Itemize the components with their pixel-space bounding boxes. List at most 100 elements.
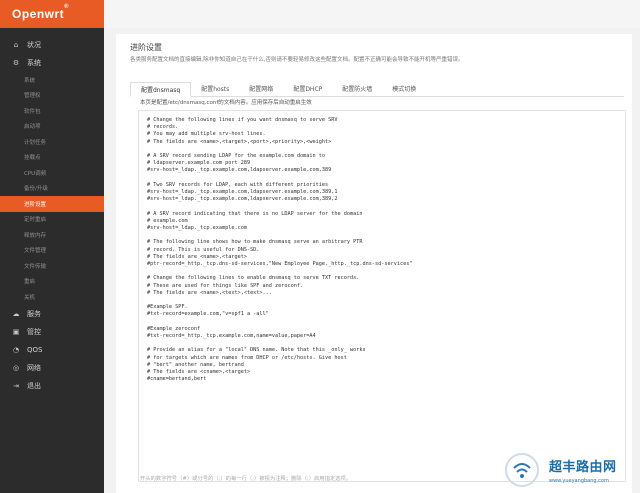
sidebar-subitem-14[interactable]: 文件传输 — [0, 258, 104, 274]
sidebar-subitem-6[interactable]: 计划任务 — [0, 134, 104, 150]
editor-line: # example.com — [147, 217, 188, 224]
sidebar-subitem-11[interactable]: 定时重启 — [0, 212, 104, 228]
sidebar-menu: ⌂ 状况 ⚙ 系统 系统 管理权 软件包 启动项 计划任务 挂载点 CPU调频 备份/升级 进阶设置 定时… — [0, 28, 104, 395]
sidebar-item-label: 释放内存 — [24, 232, 47, 239]
brand-name: Openwrt — [12, 7, 65, 21]
sidebar-subitem-2[interactable]: 系统 — [0, 72, 104, 88]
sidebar-item-label: 软件包 — [24, 108, 41, 115]
top-bar — [104, 0, 640, 28]
sidebar-item-label: 系统 — [24, 77, 36, 84]
editor-line: # You may add multiple srv-host lines. — [147, 131, 266, 138]
sidebar-item-20[interactable]: ◎ 网络 — [0, 359, 104, 377]
sidebar-item-18[interactable]: ▣ 管控 — [0, 323, 104, 341]
sidebar-subitem-9[interactable]: 备份/升级 — [0, 181, 104, 197]
sidebar-item-label: 关机 — [24, 294, 36, 301]
sidebar-item-17[interactable]: ☁ 服务 — [0, 305, 104, 323]
cloud-icon: ☁ — [12, 309, 20, 318]
editor-line: # Change the following lines if you want… — [147, 117, 338, 123]
tab-firewall[interactable]: 配置防火墙 — [332, 81, 382, 96]
footer-hint: 开头的数字符号（#）或分号的（;）的每一行（;）被视为注释；删除（;）启用指定选… — [140, 476, 352, 482]
sidebar-item-label: 服务 — [27, 309, 41, 318]
editor-line: # A SRV record indicating that there is … — [147, 210, 363, 217]
editor-line: # records. — [147, 124, 179, 131]
editor-line: #srv-host=_ldap._tcp.example.com,ldapser… — [147, 196, 338, 203]
editor-line: #cname=bertand,bert — [147, 376, 207, 383]
sidebar-subitem-16[interactable]: 关机 — [0, 289, 104, 305]
editor-line: # The fields are <name>,<target> — [147, 253, 247, 260]
sidebar-subitem-3[interactable]: 管理权 — [0, 88, 104, 104]
sidebar-subitem-4[interactable]: 软件包 — [0, 103, 104, 119]
sidebar-item-label: 管控 — [27, 327, 41, 336]
brand-logo[interactable]: Openwrt® — [0, 0, 104, 28]
page-title: 进阶设置 — [130, 43, 162, 52]
editor-line: # The following line shows how to make d… — [147, 239, 363, 246]
sidebar-item-label: QOS — [27, 345, 43, 354]
watermark-url: www.yueyangbang.com — [549, 478, 609, 484]
sidebar-subitem-8[interactable]: CPU调频 — [0, 165, 104, 181]
sidebar-item-label: 文件传输 — [24, 263, 47, 270]
editor-line: #txt-record=_http._tcp.example.com,name=… — [147, 333, 316, 339]
sidebar-item-label: 退出 — [27, 381, 41, 390]
tab-dhcp[interactable]: 配置DHCP — [283, 81, 332, 96]
watermark-text: 超丰路由网 — [549, 460, 617, 475]
editor-line: #srv-host=_ldap._tcp.example.com,ldapser… — [147, 189, 338, 195]
sidebar-subitem-13[interactable]: 文件管理 — [0, 243, 104, 259]
sidebar-subitem-12[interactable]: 释放内存 — [0, 227, 104, 243]
editor-line: # Provide an alias for a "local" DNS nam… — [147, 347, 366, 354]
sidebar-item-label: 计划任务 — [24, 139, 47, 146]
editor-line: # "bert" another name, bertrand — [147, 361, 244, 368]
qos-icon: ◔ — [12, 345, 20, 354]
tab-description: 本页是配置/etc/dnsmasq.conf的文档内容。应用保存后自动重启生效 — [140, 100, 312, 106]
config-editor-textarea[interactable]: # Change the following lines if you want… — [138, 110, 626, 482]
sidebar-item-label: 挂载点 — [24, 155, 41, 162]
editor-line: #Example SPF. — [147, 304, 188, 311]
sidebar-item-label: 管理权 — [24, 93, 41, 100]
sidebar-item-label: CPU调频 — [24, 170, 47, 177]
network-icon: ◎ — [12, 363, 20, 372]
sidebar-subitem-5[interactable]: 启动项 — [0, 119, 104, 135]
sidebar-item-label: 网络 — [27, 363, 41, 372]
editor-line: # A SRV record sending LDAP for the exam… — [147, 153, 326, 159]
tab-bar: 配置dnsmasq 配置hosts 配置网络 配置DHCP 配置防火墙 模式切换 — [130, 81, 624, 97]
sidebar-item-label: 启动项 — [24, 124, 41, 131]
editor-line: #Example zeroconf — [147, 325, 201, 332]
lock-icon: ▣ — [12, 327, 20, 336]
home-icon: ⌂ — [13, 41, 19, 49]
editor-line: # The fields are <cname>,<target> — [147, 369, 251, 375]
editor-line: #srv-host=_ldap._tcp.example.com — [147, 225, 247, 231]
sidebar-subitem-15[interactable]: 重启 — [0, 274, 104, 290]
editor-line: #srv-host=_ldap._tcp.example.com,ldapser… — [147, 167, 332, 174]
sidebar-item-label: 定时重启 — [24, 217, 47, 224]
logout-icon: ⇥ — [13, 381, 19, 390]
sidebar-subitem-7[interactable]: 挂载点 — [0, 150, 104, 166]
sidebar-item-21[interactable]: ⇥ 退出 — [0, 377, 104, 395]
sidebar-item-label: 状况 — [27, 41, 41, 49]
editor-line: # These are used for things like SPF and… — [147, 282, 304, 289]
sidebar: Openwrt® ⌂ 状况 ⚙ 系统 系统 管理权 软件包 启动项 计划任务 挂载点 CPU调频 备份… — [0, 0, 104, 493]
editor-line: # ldapserver.example.com port 289 — [147, 160, 251, 167]
editor-line: # for targets which are names from DHCP … — [147, 354, 347, 361]
sidebar-item-1[interactable]: ⚙ 系统 — [0, 54, 104, 72]
sidebar-item-label: 备份/升级 — [24, 186, 48, 193]
sidebar-item-19[interactable]: ◔ QOS — [0, 341, 104, 359]
editor-line: #ptr-record=_http._tcp.dns-sd-services,"… — [147, 261, 413, 267]
editor-line: # Change the following lines to enable d… — [147, 275, 360, 282]
tab-network[interactable]: 配置网络 — [239, 81, 283, 96]
brand-mark: ® — [64, 4, 70, 10]
sidebar-subitem-10[interactable]: 进阶设置 — [0, 196, 104, 212]
tab-dnsmasq[interactable]: 配置dnsmasq — [130, 82, 192, 97]
sidebar-item-label: 系统 — [27, 59, 41, 67]
gear-icon: ⚙ — [12, 59, 20, 67]
tab-hosts[interactable]: 配置hosts — [191, 81, 239, 96]
sidebar-item-label: 进阶设置 — [24, 201, 47, 208]
sidebar-item-label: 文件管理 — [24, 248, 47, 255]
main-panel: 进阶设置 各类服务配置文档的直接编辑,除非你知道自己在干什么,否则请不要轻易修改… — [116, 34, 632, 493]
editor-line: # record. This is useful for DNS-SD. — [147, 246, 260, 253]
editor-line: #txt-record=example.com,"v=spf1 a -all" — [147, 311, 269, 318]
sidebar-item-label: 重启 — [24, 279, 36, 286]
sidebar-item-0[interactable]: ⌂ 状况 — [0, 36, 104, 54]
tab-mode-switch[interactable]: 模式切换 — [382, 81, 426, 96]
editor-line: # Two SRV records for LDAP, each with di… — [147, 181, 329, 188]
editor-line: # The fields are <name>,<text>,<text>... — [147, 289, 272, 296]
editor-line: # The fields are <name>,<target>,<port>,… — [147, 138, 332, 145]
